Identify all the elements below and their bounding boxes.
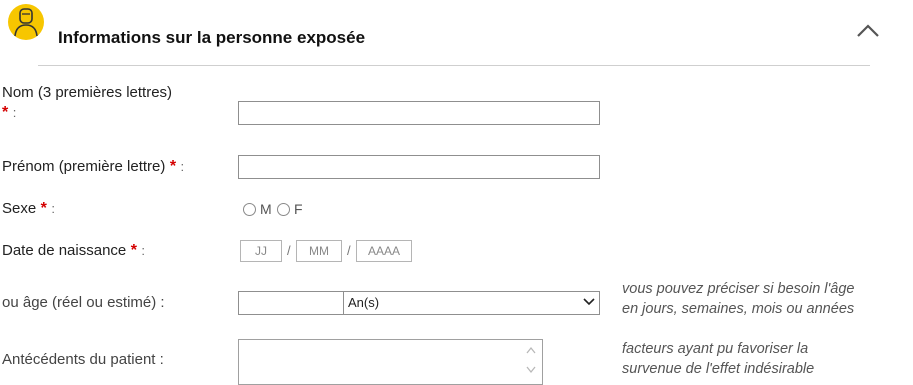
colon: : (51, 201, 55, 216)
colon: : (141, 243, 146, 258)
age-input[interactable] (238, 291, 344, 315)
antecedents-hint-line1: facteurs ayant pu favoriser la (622, 341, 809, 357)
sexe-radio-f[interactable] (277, 203, 290, 216)
age-unit-selected: An(s) (348, 295, 380, 310)
section-title: Informations sur la personne exposée (58, 28, 366, 47)
year-input[interactable]: AAAA (356, 240, 412, 262)
date-separator: / (347, 243, 351, 258)
age-hint-line1: vous pouvez préciser si besoin l'âge (622, 281, 855, 297)
prenom-label: Prénom (première lettre) (2, 158, 166, 175)
nom-input[interactable] (238, 101, 600, 125)
date-naissance-label-row: Date de naissance * : (2, 242, 145, 260)
age-unit-select[interactable]: An(s) (343, 291, 600, 315)
prenom-label-row: Prénom (première lettre) * : (2, 158, 184, 176)
date-separator: / (287, 243, 291, 258)
scroll-up-icon[interactable] (526, 346, 536, 354)
sexe-option-m-label[interactable]: M (260, 201, 272, 217)
required-asterisk: * (130, 242, 137, 259)
age-hint: vous pouvez préciser si besoin l'âge en … (622, 279, 912, 319)
antecedents-hint: facteurs ayant pu favoriser la survenue … (622, 339, 912, 379)
age-hint-line2: en jours, semaines, mois ou années (622, 301, 855, 317)
antecedents-label: Antécédents du patient : (2, 351, 164, 368)
colon: : (12, 105, 17, 120)
required-asterisk: * (169, 158, 177, 175)
section-divider (38, 65, 870, 66)
sexe-option-f-label[interactable]: F (294, 201, 303, 217)
colon: : (180, 159, 185, 174)
day-input[interactable]: JJ (240, 240, 282, 262)
prenom-input[interactable] (238, 155, 600, 179)
antecedents-hint-line2: survenue de l'effet indésirable (622, 361, 815, 377)
nom-required-row: * : (2, 104, 16, 122)
sexe-label-row: Sexe * : (2, 200, 55, 218)
required-asterisk: * (40, 200, 47, 217)
sexe-radio-m[interactable] (243, 203, 256, 216)
antecedents-textarea[interactable] (238, 339, 543, 385)
nom-label: Nom (3 premières lettres) (2, 84, 173, 101)
chevron-down-icon[interactable] (583, 298, 595, 306)
person-badge-icon (8, 4, 44, 40)
scroll-down-icon[interactable] (526, 366, 536, 374)
date-naissance-label: Date de naissance (2, 242, 127, 259)
chevron-up-icon[interactable] (856, 22, 880, 40)
sexe-label: Sexe (2, 200, 37, 217)
month-input[interactable]: MM (296, 240, 342, 262)
required-asterisk: * (2, 104, 9, 121)
age-label: ou âge (réel ou estimé) : (2, 294, 165, 311)
